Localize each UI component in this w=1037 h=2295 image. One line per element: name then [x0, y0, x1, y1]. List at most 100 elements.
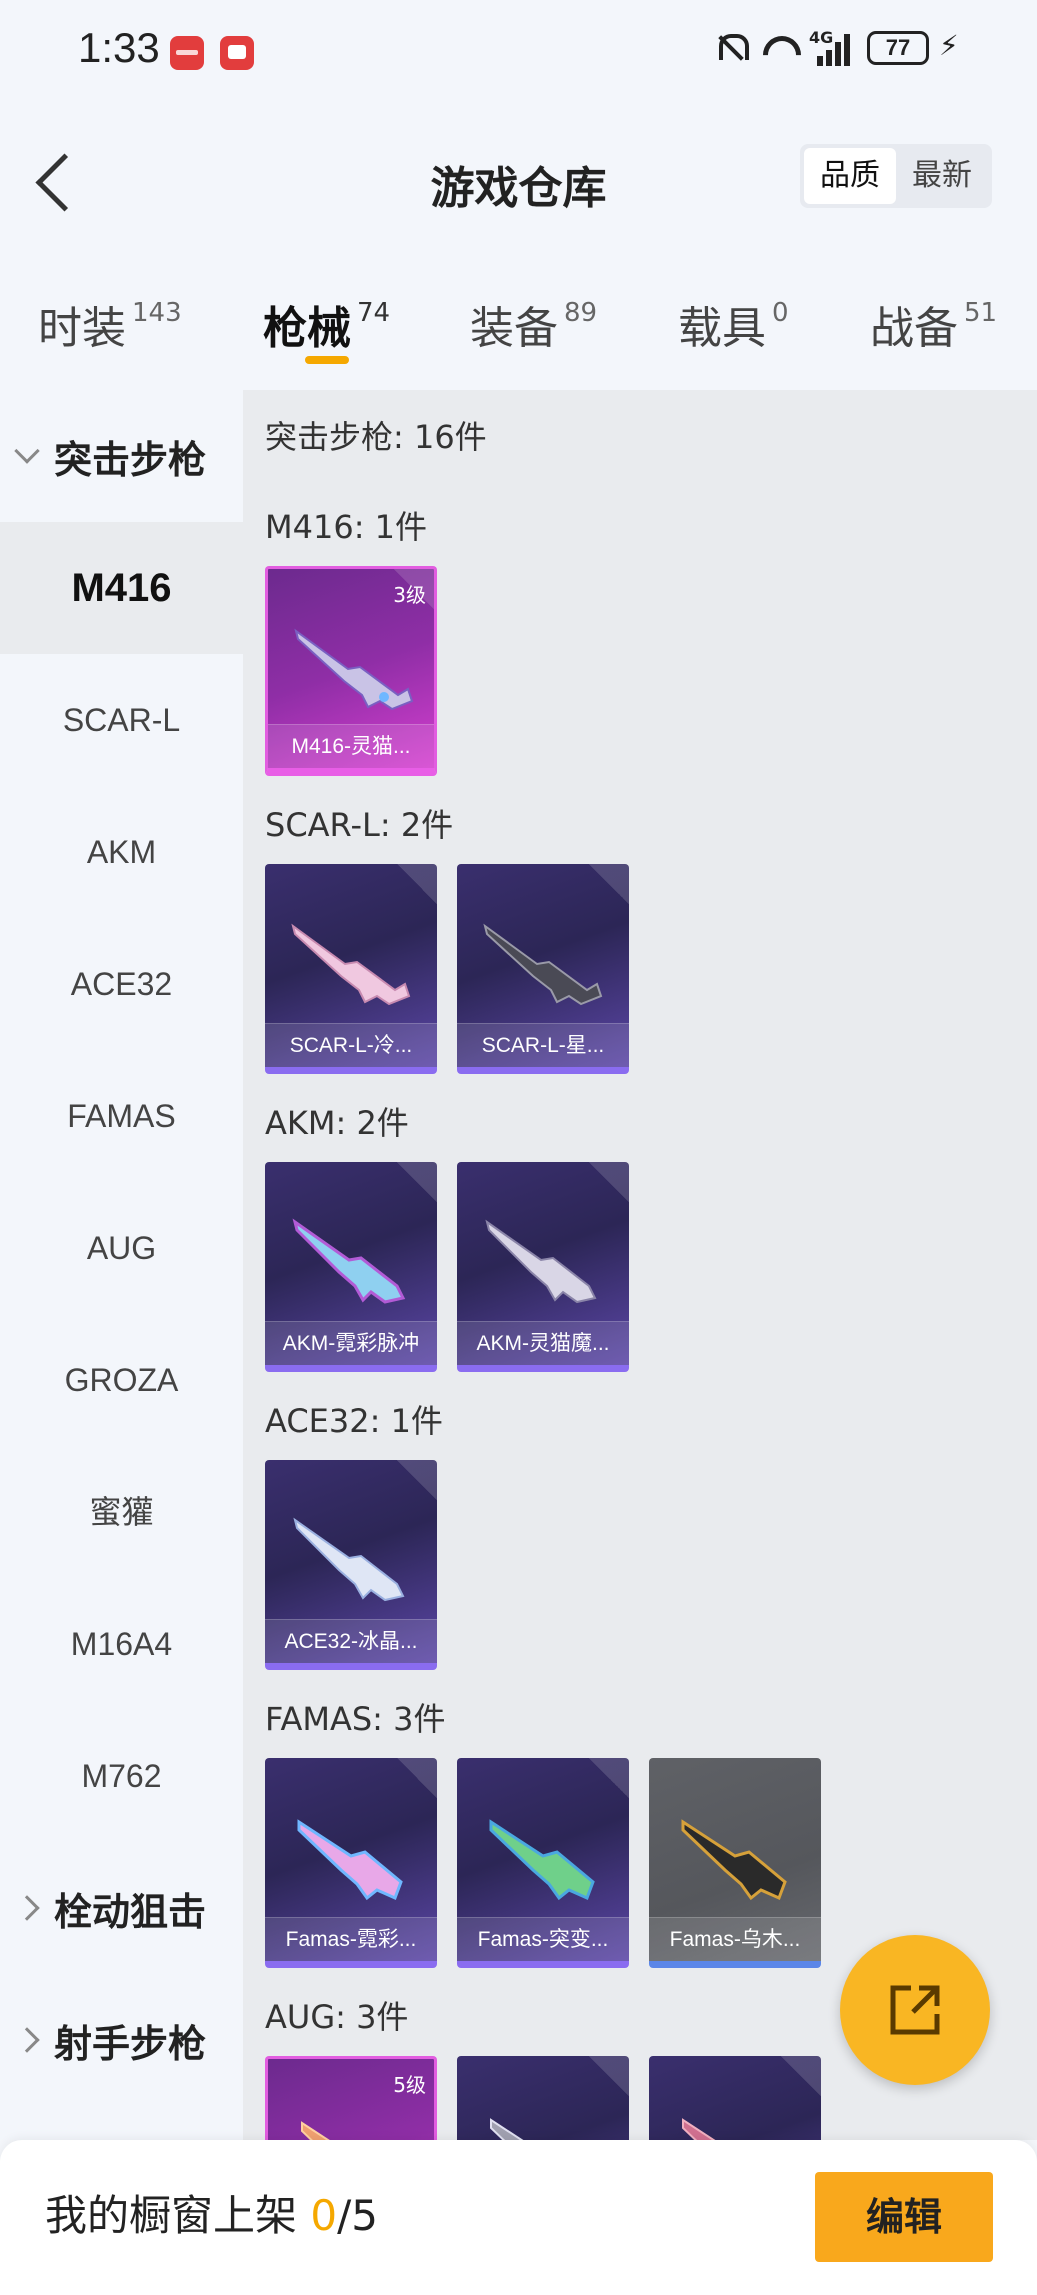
sidebar-item-famas[interactable]: FAMAS [0, 1050, 243, 1182]
section-title: FAMAS: 3件 [265, 1700, 446, 1738]
tab-count: 0 [772, 298, 789, 328]
tab-vehicles[interactable]: 载具 0 [678, 292, 789, 356]
status-time: 1:33 [78, 24, 160, 71]
weapon-sidebar: 突击步枪 M416 SCAR-L AKM ACE32 FAMAS AUG GRO… [0, 390, 243, 2140]
rifle-icon [293, 1517, 405, 1602]
card-corner [589, 1162, 629, 1202]
card-corner [589, 1758, 629, 1798]
weapon-name: ACE32-冰晶... [265, 1619, 437, 1663]
tab-weapons[interactable]: 枪械 74 [263, 292, 390, 356]
weapon-card[interactable]: Famas-乌木... [649, 1758, 821, 1968]
rifle-icon [682, 2118, 716, 2140]
status-bar: 1:33 4G 77 [0, 0, 1037, 110]
weapon-card[interactable]: Famas-突变... [457, 1758, 629, 1968]
weapon-card[interactable]: SCAR-L-冷... [265, 864, 437, 1074]
weapon-name: Famas-霓彩... [265, 1917, 437, 1961]
section-title: AKM: 2件 [265, 1104, 409, 1142]
tab-count: 143 [132, 298, 182, 328]
sidebar-item-aug[interactable]: AUG [0, 1182, 243, 1314]
sidebar-item-akm[interactable]: AKM [0, 786, 243, 918]
sidebar-item-groza[interactable]: GROZA [0, 1314, 243, 1446]
charging-icon [939, 29, 959, 63]
weapon-card[interactable]: AKM-霓彩脉冲 [265, 1162, 437, 1372]
active-tab-indicator [305, 356, 349, 364]
huawei-app-icon [170, 36, 204, 70]
showcase-count: 0 [310, 2191, 338, 2240]
rifle-icon [291, 923, 411, 1006]
weapon-grid: 突击步枪: 16件 M416: 1件 3级 M416-灵猫... SCAR-L:… [243, 390, 1037, 2140]
sort-quality-button[interactable]: 品质 [804, 148, 896, 204]
rifle-icon [485, 1219, 597, 1304]
chevron-down-icon [14, 438, 40, 464]
showcase-bar: 我的橱窗上架 0/5 编辑 [0, 2140, 1037, 2295]
sidebar-group-bolt-action[interactable]: 栓动狙击 [0, 1842, 243, 1974]
tab-label: 载具 [678, 303, 766, 354]
sidebar-item-m16a4[interactable]: M16A4 [0, 1578, 243, 1710]
mute-bell-icon [713, 30, 749, 66]
battery-icon: 77 [867, 31, 929, 65]
chevron-right-icon [14, 2027, 40, 2053]
weapon-card[interactable]: SCAR-L-星... [457, 864, 629, 1074]
card-corner [397, 1758, 437, 1798]
sidebar-item-honey-badger[interactable]: 蜜獾 [0, 1446, 243, 1578]
section-title: M416: 1件 [265, 508, 428, 546]
sidebar-group-label: 突击步枪 [54, 437, 207, 482]
rifle-icon [292, 1218, 406, 1304]
weapon-card[interactable]: 5级 [265, 2056, 437, 2140]
showcase-total: /5 [337, 2191, 378, 2240]
sort-toggle: 品质 最新 [800, 144, 992, 208]
weapon-card[interactable]: Famas-霓彩... [265, 1758, 437, 1968]
category-tabs: 时装 143 枪械 74 装备 89 载具 0 战备 51 [0, 250, 1037, 390]
weapon-card[interactable]: 3级 M416-灵猫... [265, 566, 437, 776]
weapon-card[interactable]: ACE32-冰晶... [265, 1460, 437, 1670]
sidebar-item-m762[interactable]: M762 [0, 1710, 243, 1842]
edit-button[interactable]: 编辑 [815, 2172, 993, 2262]
tab-label: 战备 [870, 303, 958, 354]
weapon-name: SCAR-L-冷... [265, 1023, 437, 1067]
rifle-icon [297, 1819, 403, 1901]
weapon-name: Famas-乌木... [649, 1917, 821, 1961]
weapon-card[interactable] [457, 2056, 629, 2140]
sort-newest-button[interactable]: 最新 [896, 148, 988, 204]
category-title: 突击步枪: 16件 [265, 418, 487, 456]
card-corner [397, 1162, 437, 1202]
tab-gear[interactable]: 战备 51 [870, 292, 997, 356]
rifle-icon [681, 1819, 787, 1901]
card-corner [589, 864, 629, 904]
chevron-right-icon [14, 1895, 40, 1921]
rifle-icon [490, 2118, 524, 2140]
rifle-icon [489, 1819, 595, 1901]
tab-count: 89 [564, 298, 598, 328]
card-corner [589, 2056, 629, 2096]
rifle-icon [294, 628, 414, 711]
sidebar-item-ace32[interactable]: ACE32 [0, 918, 243, 1050]
weapon-card[interactable]: AKM-灵猫魔... [457, 1162, 629, 1372]
sidebar-item-scar-l[interactable]: SCAR-L [0, 654, 243, 786]
tab-label: 装备 [470, 303, 558, 354]
rifle-icon [483, 923, 603, 1006]
section-title: SCAR-L: 2件 [265, 806, 454, 844]
weapon-name: AKM-霓彩脉冲 [265, 1321, 437, 1365]
sidebar-group-marksman[interactable]: 射手步枪 [0, 1974, 243, 2106]
weapon-name: SCAR-L-星... [457, 1023, 629, 1067]
sidebar-group-label: 栓动狙击 [54, 1889, 207, 1934]
notification-app-icon [220, 36, 254, 70]
tab-equipment[interactable]: 装备 89 [470, 292, 597, 356]
showcase-status: 我的橱窗上架 0/5 [45, 2182, 378, 2243]
share-button[interactable] [840, 1935, 990, 2085]
card-corner [397, 1460, 437, 1500]
card-corner [781, 2056, 821, 2096]
sidebar-group-assault-rifles[interactable]: 突击步枪 [0, 390, 243, 522]
sidebar-item-m416[interactable]: M416 [0, 522, 243, 654]
tab-count: 74 [357, 298, 391, 328]
cellular-signal-icon: 4G [809, 28, 853, 66]
tab-outfits[interactable]: 时装 143 [38, 292, 182, 356]
rifle-icon [301, 2121, 330, 2140]
tab-count: 51 [964, 298, 998, 328]
weapon-name: Famas-突变... [457, 1917, 629, 1961]
weapon-card[interactable] [649, 2056, 821, 2140]
showcase-label: 我的橱窗上架 [45, 2191, 311, 2240]
app-header: 游戏仓库 品质 最新 [0, 110, 1037, 250]
card-corner [397, 864, 437, 904]
share-external-icon [890, 1985, 940, 2035]
